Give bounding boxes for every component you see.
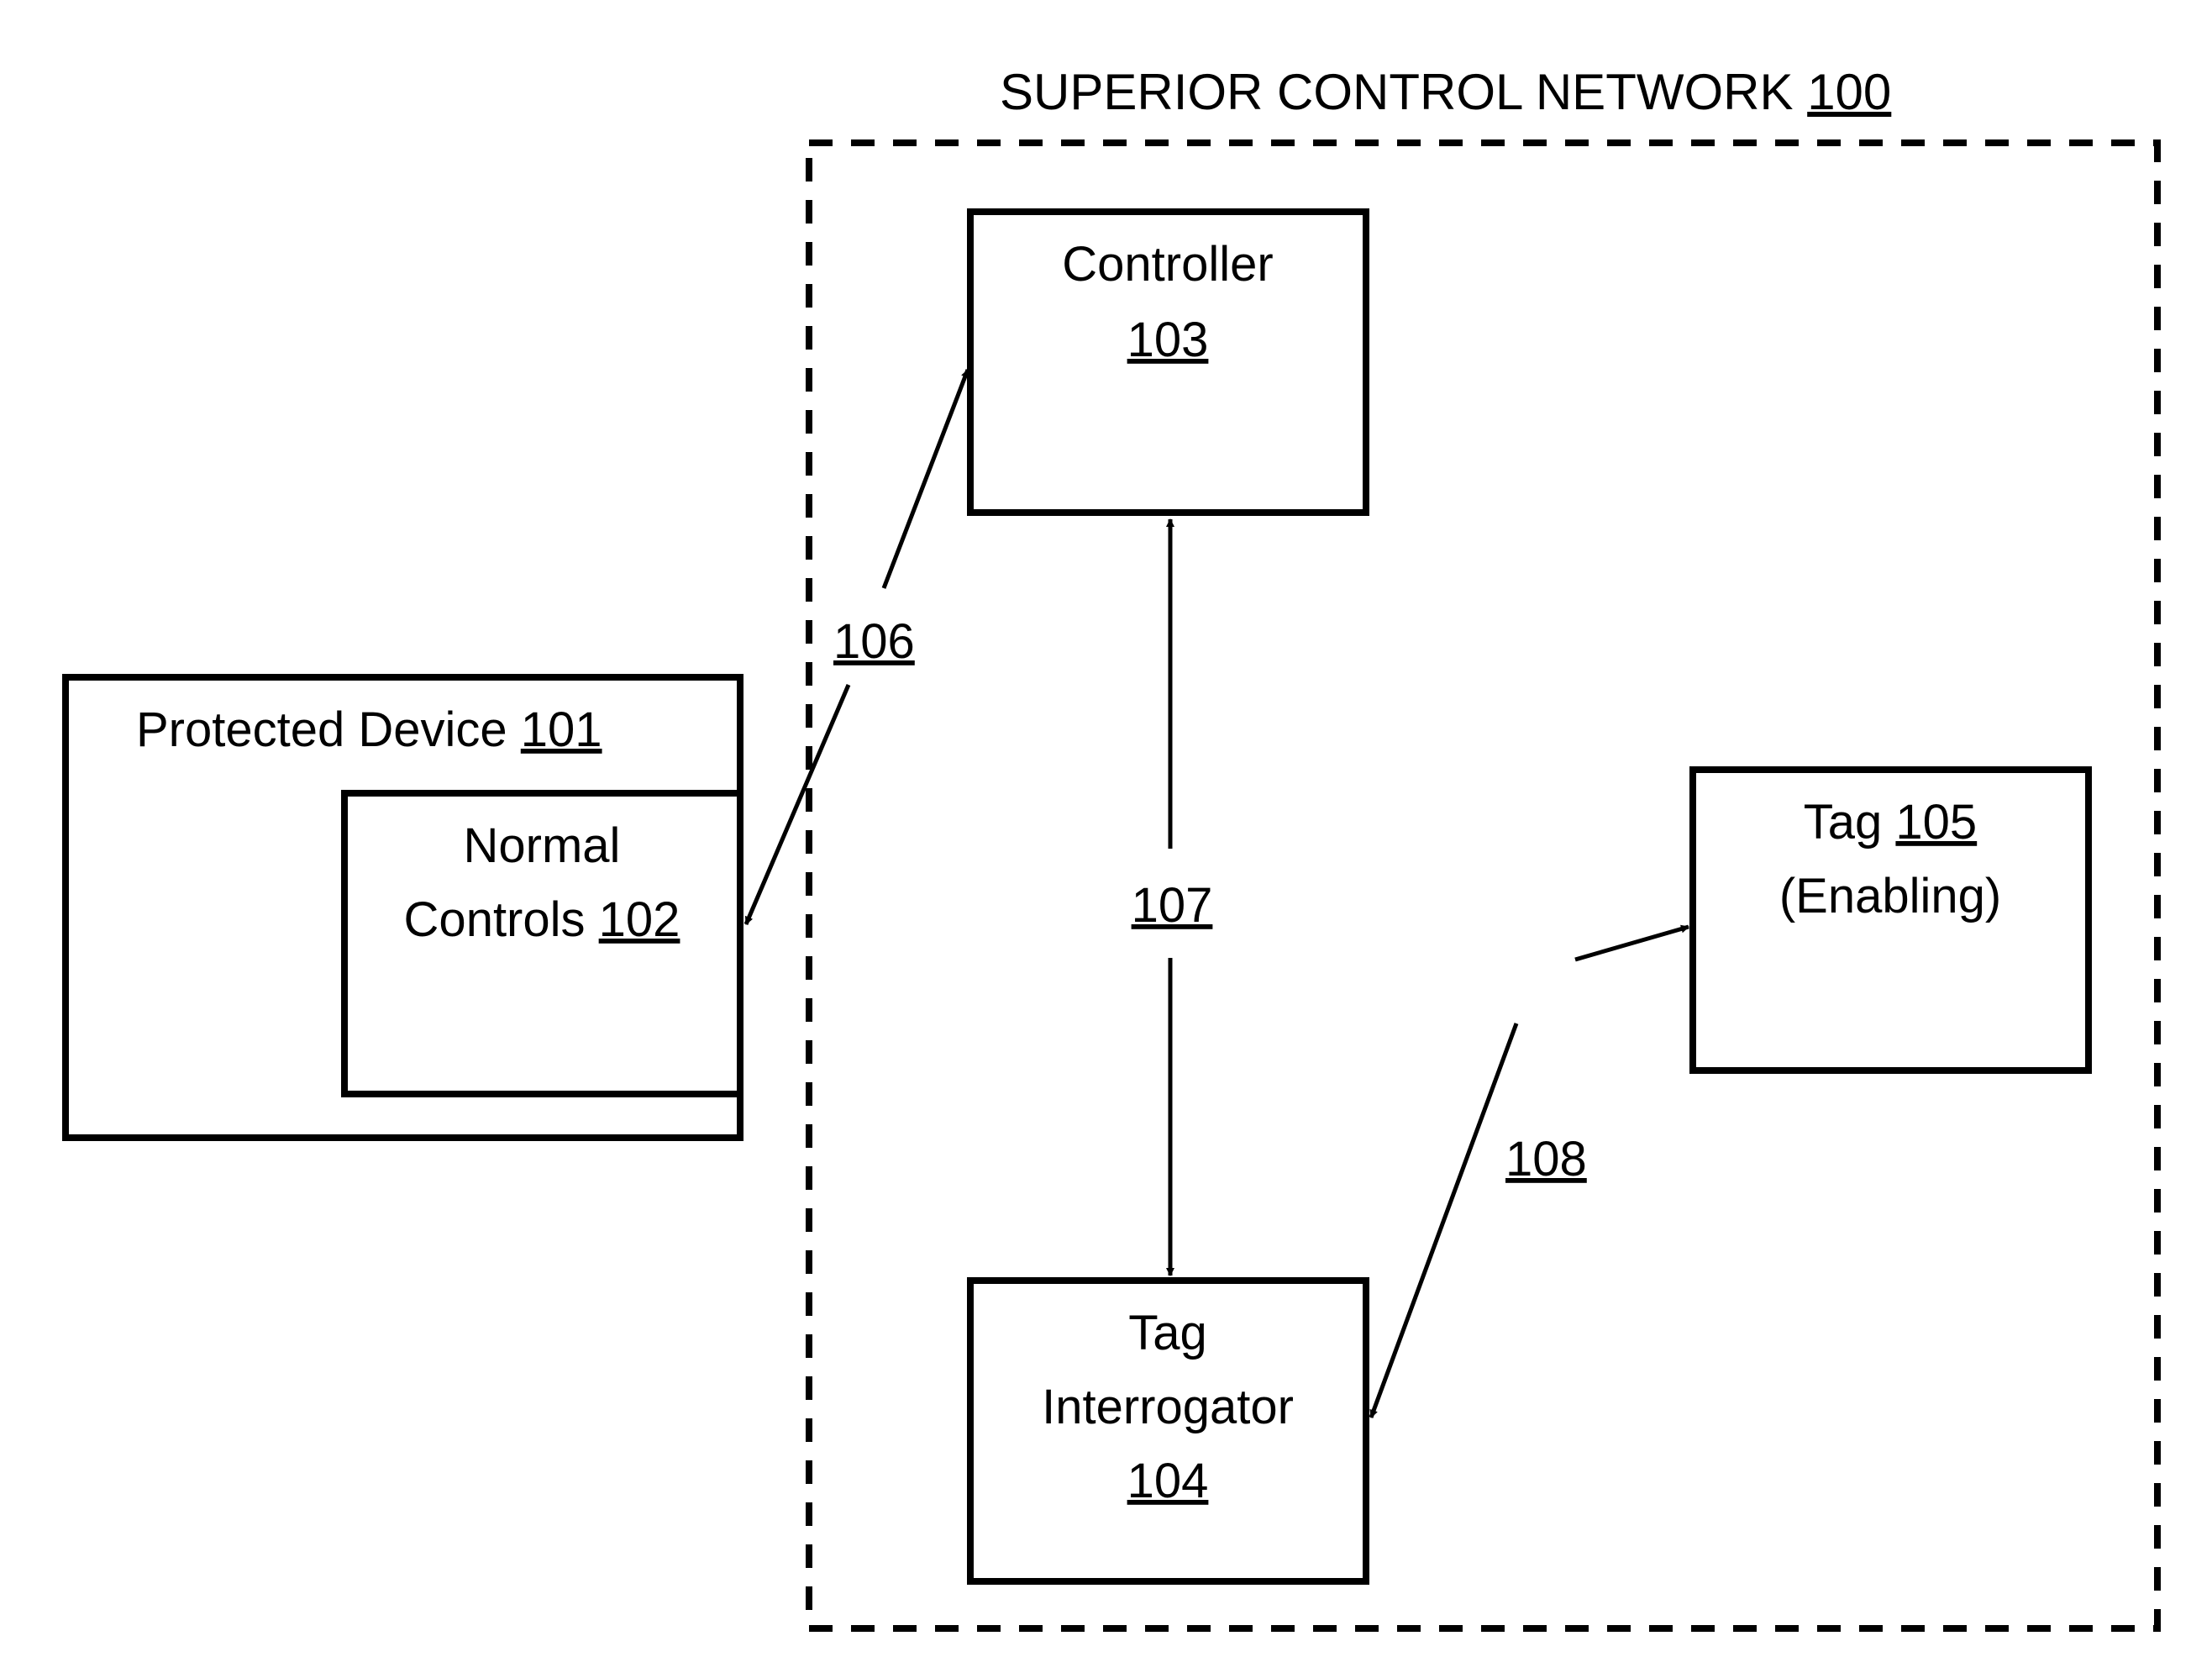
link-108-lower-visible bbox=[1369, 1023, 1519, 1418]
normal-controls-label-line1: Normal bbox=[464, 818, 621, 873]
tag-sublabel: (Enabling) bbox=[1779, 869, 2001, 923]
link-106-label: 106 bbox=[833, 614, 915, 669]
tag-interrogator-line1: Tag bbox=[1128, 1306, 1207, 1360]
controller-label: Controller bbox=[1062, 237, 1273, 292]
diagram-canvas: SUPERIOR CONTROL NETWORK 100 Protected D… bbox=[62, 64, 2161, 1632]
link-107-label: 107 bbox=[1132, 878, 1213, 933]
normal-controls-label-line2: Controls 102 bbox=[404, 892, 680, 947]
network-title: SUPERIOR CONTROL NETWORK 100 bbox=[1000, 64, 1891, 120]
link-106-lower bbox=[743, 684, 851, 925]
tag-label: Tag 105 bbox=[1804, 795, 1977, 850]
tag-interrogator-line2: Interrogator bbox=[1042, 1380, 1294, 1434]
link-108-label: 108 bbox=[1505, 1132, 1587, 1186]
link-106-upper bbox=[881, 369, 970, 589]
protected-device-label: Protected Device 101 bbox=[136, 702, 602, 757]
network-ref: 100 bbox=[1807, 64, 1891, 120]
controller-ref: 103 bbox=[1127, 313, 1209, 367]
tag-interrogator-ref: 104 bbox=[1127, 1454, 1209, 1508]
link-108-upper bbox=[1469, 923, 1691, 960]
